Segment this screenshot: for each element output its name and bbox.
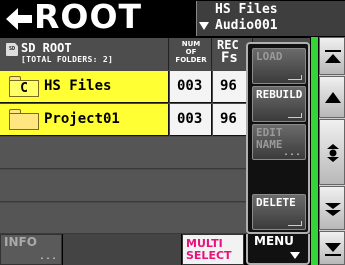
current-take-label: Audio001 bbox=[215, 18, 278, 33]
multi-select-label-2: SELECT bbox=[186, 249, 232, 262]
header-bar: ROOT HS Files Audio001 bbox=[0, 0, 345, 37]
rebuild-button[interactable]: REBUILD bbox=[252, 86, 306, 122]
folder-mark bbox=[10, 114, 38, 129]
edit-name-label-2: NAME bbox=[256, 138, 283, 151]
column-header-name: SD SD ROOT [TOTAL FOLDERS: 2] bbox=[0, 38, 169, 70]
current-folder-mark: C bbox=[20, 81, 28, 96]
back-arrow-icon[interactable] bbox=[4, 4, 34, 34]
scroll-position-indicator bbox=[319, 119, 345, 185]
enter-corner-icon bbox=[288, 113, 302, 118]
scroll-up-button[interactable] bbox=[319, 76, 345, 118]
rec-fs-label-2: Fs bbox=[221, 50, 238, 66]
enter-corner-icon bbox=[288, 75, 302, 80]
take-indicator-icon bbox=[199, 22, 209, 30]
num-folder-label-1: NUM bbox=[181, 40, 201, 48]
bottom-spacer bbox=[63, 234, 181, 265]
folder-popup-menu: LOAD REBUILD EDIT NAME ... DELETE bbox=[246, 42, 310, 234]
edit-name-dots: ... bbox=[282, 147, 301, 158]
folder-icon: C bbox=[9, 76, 39, 97]
scroll-top-icon bbox=[325, 50, 341, 63]
scroll-down-button[interactable] bbox=[319, 186, 345, 230]
num-folder-label-3: FOLDER bbox=[175, 56, 207, 64]
sd-card-icon: SD bbox=[6, 43, 18, 56]
menu-button[interactable]: MENU bbox=[246, 234, 310, 265]
menu-dropdown-icon bbox=[290, 252, 300, 259]
delete-button[interactable]: DELETE bbox=[252, 194, 306, 230]
sd-root-label: SD ROOT bbox=[21, 41, 72, 55]
edit-name-button[interactable]: EDIT NAME ... bbox=[252, 124, 306, 160]
scrollbar-thumb[interactable] bbox=[311, 37, 318, 265]
num-folder-label-2: OF bbox=[185, 48, 197, 56]
folder-icon bbox=[9, 109, 39, 130]
scroll-bottom-icon bbox=[325, 243, 341, 256]
folder-name-cell[interactable]: C HS Files bbox=[0, 71, 169, 103]
enter-corner-icon bbox=[288, 221, 302, 226]
scroll-down-icon bbox=[325, 203, 341, 216]
delete-label: DELETE bbox=[256, 196, 296, 209]
rebuild-label: REBUILD bbox=[256, 88, 303, 101]
menu-label: MENU bbox=[254, 234, 294, 248]
current-folder-label: HS Files bbox=[215, 2, 278, 17]
scroll-top-button[interactable] bbox=[319, 37, 345, 75]
page-title: ROOT bbox=[34, 0, 143, 36]
num-folder-cell: 003 bbox=[170, 71, 212, 103]
column-header-num-folder: NUM OF FOLDER bbox=[170, 38, 212, 70]
scroll-button-column bbox=[319, 37, 345, 265]
info-label: INFO bbox=[4, 235, 37, 249]
info-dots: ... bbox=[38, 251, 57, 262]
info-button[interactable]: INFO ... bbox=[0, 234, 62, 265]
folder-name: HS Files bbox=[44, 78, 112, 94]
load-button[interactable]: LOAD bbox=[252, 48, 306, 84]
total-folders-label: [TOTAL FOLDERS: 2] bbox=[21, 55, 114, 64]
num-folder-cell: 003 bbox=[170, 104, 212, 136]
rec-fs-value: 96 bbox=[220, 78, 237, 94]
multi-select-button[interactable]: MULTI SELECT bbox=[182, 234, 244, 265]
num-folder-value: 003 bbox=[177, 78, 203, 94]
scroll-bottom-button[interactable] bbox=[319, 231, 345, 265]
scroll-up-icon bbox=[325, 92, 341, 103]
folder-name-cell[interactable]: Project01 bbox=[0, 104, 169, 136]
rec-fs-value: 96 bbox=[220, 111, 237, 127]
load-label: LOAD bbox=[256, 50, 283, 63]
folder-name: Project01 bbox=[44, 111, 120, 127]
num-folder-value: 003 bbox=[177, 111, 203, 127]
scroll-position-icon bbox=[327, 144, 339, 162]
